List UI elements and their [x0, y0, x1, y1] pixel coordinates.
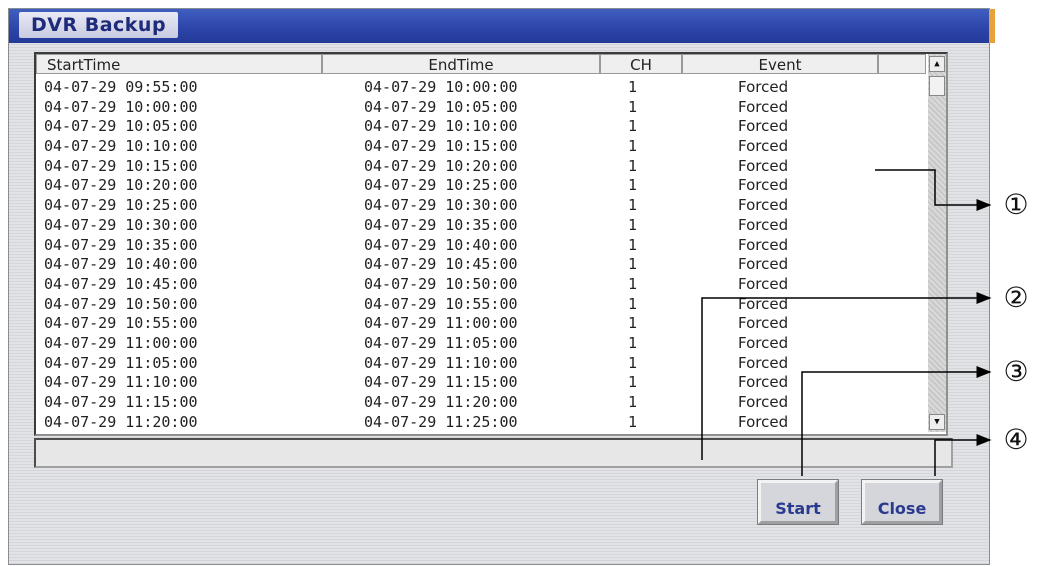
callout-4: ④ — [1003, 423, 1029, 456]
callout-2: ② — [1003, 281, 1029, 314]
callout-1: ① — [1003, 188, 1029, 221]
callout-3: ③ — [1003, 355, 1029, 388]
callout-lines — [701, 169, 992, 476]
